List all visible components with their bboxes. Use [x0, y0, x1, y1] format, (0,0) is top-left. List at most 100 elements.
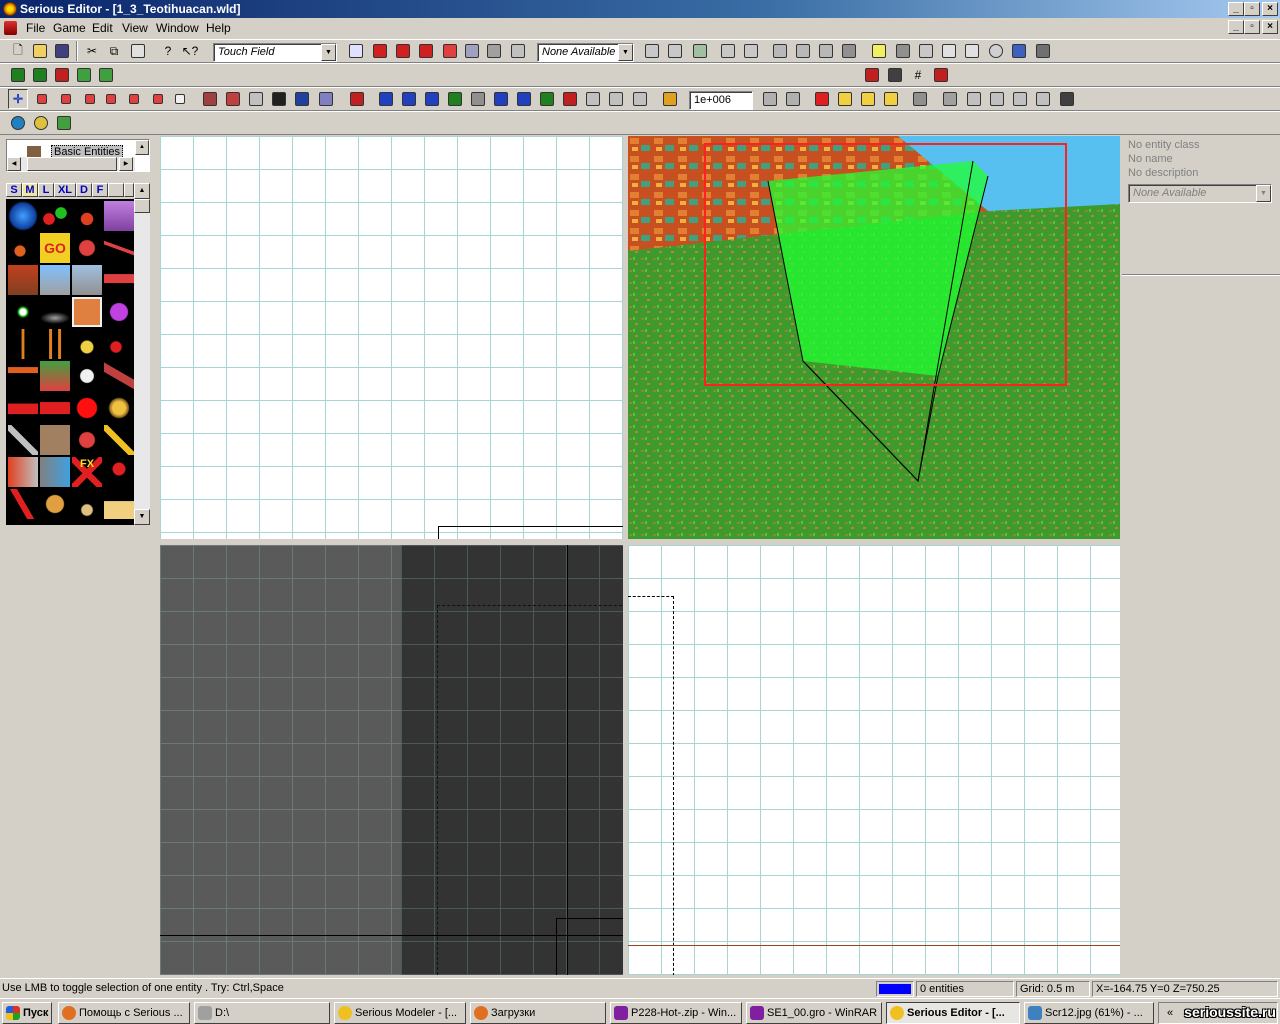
- maximize-button[interactable]: ▫: [1244, 2, 1260, 16]
- tool-f-icon[interactable]: [347, 89, 367, 109]
- brush-5-icon[interactable]: [962, 41, 982, 61]
- rectangle-icon[interactable]: [8, 393, 38, 423]
- rocket-icon[interactable]: [8, 233, 38, 263]
- tool-b-icon[interactable]: [223, 89, 243, 109]
- world-base-icon[interactable]: [8, 201, 38, 231]
- brush-6-icon[interactable]: [986, 41, 1006, 61]
- csg-9-icon[interactable]: [839, 41, 859, 61]
- tool-v-icon[interactable]: [812, 89, 832, 109]
- tool-r-icon[interactable]: [630, 89, 650, 109]
- background-viewer-icon[interactable]: [104, 201, 134, 231]
- scroll-thumb[interactable]: [27, 157, 117, 171]
- menu-window[interactable]: Window: [156, 21, 199, 35]
- menu-edit[interactable]: Edit: [92, 21, 113, 35]
- csg-7-icon[interactable]: [793, 41, 813, 61]
- mdi-minimize-button[interactable]: _: [1228, 20, 1244, 34]
- task-drive[interactable]: D:\: [194, 1002, 330, 1024]
- value-field[interactable]: 1e+006: [689, 91, 753, 110]
- entity-tool-4-icon[interactable]: [416, 41, 436, 61]
- view-4-icon[interactable]: [1010, 89, 1030, 109]
- fog-icon[interactable]: [72, 265, 102, 295]
- csg-3-icon[interactable]: [690, 41, 710, 61]
- tool-y-icon[interactable]: [881, 89, 901, 109]
- csg-5-icon[interactable]: [741, 41, 761, 61]
- chevron-down-icon[interactable]: ▼: [618, 44, 633, 61]
- help-icon[interactable]: ?: [158, 41, 178, 61]
- context-help-icon[interactable]: ↖?: [180, 41, 200, 61]
- start-button[interactable]: Пуск: [2, 1002, 52, 1024]
- layer-1-icon[interactable]: [8, 65, 28, 85]
- view-2-icon[interactable]: [964, 89, 984, 109]
- task-winrar-zip[interactable]: P228-Hot-.zip - Win...: [610, 1002, 742, 1024]
- camera-icon[interactable]: [269, 89, 289, 109]
- layer-4-icon[interactable]: [74, 65, 94, 85]
- new-file-icon[interactable]: 🗋: [8, 41, 28, 61]
- size-tab-f[interactable]: F: [92, 183, 108, 197]
- size-tab-d[interactable]: D: [76, 183, 92, 197]
- bell-icon[interactable]: [72, 329, 102, 359]
- brush-2-icon[interactable]: [893, 41, 913, 61]
- brush-7-icon[interactable]: [1009, 41, 1029, 61]
- menu-file[interactable]: File: [26, 21, 45, 35]
- entity-grid-scrollbar[interactable]: ▲ ▼: [134, 183, 150, 525]
- task-serious-editor[interactable]: Serious Editor - [...: [886, 1002, 1020, 1024]
- csg-8-icon[interactable]: [816, 41, 836, 61]
- move-mode-icon[interactable]: ✛: [8, 89, 28, 109]
- tool-e-icon[interactable]: [316, 89, 336, 109]
- tool-s-icon[interactable]: [660, 89, 680, 109]
- property-combo[interactable]: None Available ▼: [1128, 184, 1272, 203]
- size-tab-xl[interactable]: XL: [54, 183, 76, 197]
- entity-tool-3-icon[interactable]: [393, 41, 413, 61]
- texture-icon[interactable]: [54, 113, 74, 133]
- tool-i-icon[interactable]: [422, 89, 442, 109]
- card-icon[interactable]: [40, 361, 70, 391]
- tool-c-icon[interactable]: [246, 89, 266, 109]
- viewport-top-left[interactable]: [160, 136, 623, 539]
- open-folder-icon[interactable]: [30, 41, 50, 61]
- tool-h-icon[interactable]: [399, 89, 419, 109]
- snap-3-icon[interactable]: [931, 65, 951, 85]
- csg-6-icon[interactable]: [770, 41, 790, 61]
- platform-icon[interactable]: [40, 297, 70, 327]
- projector-icon[interactable]: [40, 457, 70, 487]
- tool-l-icon[interactable]: [491, 89, 511, 109]
- viewport-bottom-right[interactable]: [628, 545, 1120, 975]
- pistol-icon[interactable]: [8, 425, 38, 455]
- tool-z-icon[interactable]: [910, 89, 930, 109]
- ammo-icon[interactable]: [40, 425, 70, 455]
- menu-game[interactable]: Game: [53, 21, 86, 35]
- cannon-icon[interactable]: [104, 329, 134, 359]
- saw-icon[interactable]: [104, 361, 134, 391]
- scroll-right-icon[interactable]: ▶: [119, 157, 133, 171]
- chevron-down-icon[interactable]: ▼: [321, 44, 336, 61]
- task-help[interactable]: Помощь с Serious ...: [58, 1002, 190, 1024]
- mdi-close-button[interactable]: ×: [1262, 20, 1278, 34]
- mode-5-icon[interactable]: [101, 89, 121, 109]
- entity-tree[interactable]: Basic Entities ▲ ◀ ▶: [6, 139, 150, 172]
- mode-7-icon[interactable]: [148, 89, 168, 109]
- mdi-restore-button[interactable]: ▫: [1244, 20, 1260, 34]
- hammer-icon[interactable]: [8, 361, 38, 391]
- scroll-left-icon[interactable]: ◀: [7, 157, 21, 171]
- cut-icon[interactable]: ✂: [82, 41, 102, 61]
- tool-o-icon[interactable]: [560, 89, 580, 109]
- mode-4-icon[interactable]: [80, 89, 100, 109]
- paste-icon[interactable]: [128, 41, 148, 61]
- light-icon[interactable]: [72, 201, 102, 231]
- entity-tool-5-icon[interactable]: [440, 41, 460, 61]
- tool-x-icon[interactable]: [858, 89, 878, 109]
- task-winrar-gro[interactable]: SE1_00.gro - WinRAR: [746, 1002, 882, 1024]
- save-icon[interactable]: [52, 41, 72, 61]
- available-combo[interactable]: None Available ▼: [537, 43, 634, 62]
- snap-2-icon[interactable]: [885, 65, 905, 85]
- mirror-icon[interactable]: [40, 265, 70, 295]
- tray-expand[interactable]: «: [1167, 1007, 1173, 1019]
- copy-icon[interactable]: ⧉: [104, 41, 124, 61]
- entity-tool-7-icon[interactable]: [484, 41, 504, 61]
- csg-2-icon[interactable]: [665, 41, 685, 61]
- trigger-icon[interactable]: [72, 233, 102, 263]
- gem-icon[interactable]: [104, 297, 134, 327]
- viewport-perspective[interactable]: [628, 136, 1120, 539]
- task-image-viewer[interactable]: Scr12.jpg (61%) - ...: [1024, 1002, 1154, 1024]
- layer-3-icon[interactable]: [52, 65, 72, 85]
